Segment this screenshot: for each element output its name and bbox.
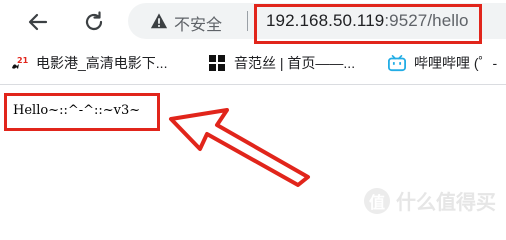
watermark-text: 什么值得买	[396, 190, 496, 214]
movie-site-icon: 21	[12, 56, 28, 69]
reload-button[interactable]	[78, 6, 110, 38]
watermark-logo: 值	[364, 187, 390, 214]
bookmark-bilibili[interactable]: 哔哩哔哩 (゜-	[388, 46, 497, 80]
bookmark-label: 哔哩哔哩 (゜-	[414, 55, 498, 71]
grid-icon	[209, 55, 225, 71]
warning-icon[interactable]	[150, 12, 168, 30]
svg-text:21: 21	[17, 56, 28, 65]
url-path: :9527/hello	[384, 11, 469, 30]
back-arrow-icon	[28, 13, 48, 31]
reload-icon	[85, 11, 103, 31]
browser-toolbar: 不安全 192.168.50.119:9527/hello	[0, 0, 506, 44]
watermark: 值 什么值得买	[364, 186, 496, 215]
url-host: 192.168.50.119	[266, 11, 385, 30]
not-secure-label[interactable]: 不安全	[174, 11, 222, 35]
bilibili-icon	[388, 54, 406, 72]
bookmark-movie-site[interactable]: 21 电影港_高清电影下...	[10, 46, 167, 80]
url-text[interactable]: 192.168.50.119:9527/hello	[266, 11, 469, 31]
address-separator	[247, 11, 248, 31]
bookmark-label: 音范丝 | 首页——...	[234, 55, 356, 71]
red-arrow-annotation	[169, 108, 310, 187]
bookmarks-bar: 21 电影港_高清电影下... 音范丝 | 首页——... 哔哩哔哩 (゜-	[0, 46, 506, 80]
bookmark-music-site[interactable]: 音范丝 | 首页——...	[208, 46, 355, 80]
hello-response-text: Hello~::^-^::~v3~	[13, 103, 141, 118]
back-button[interactable]	[22, 6, 54, 38]
bookmark-label: 电影港_高清电影下...	[36, 55, 168, 71]
